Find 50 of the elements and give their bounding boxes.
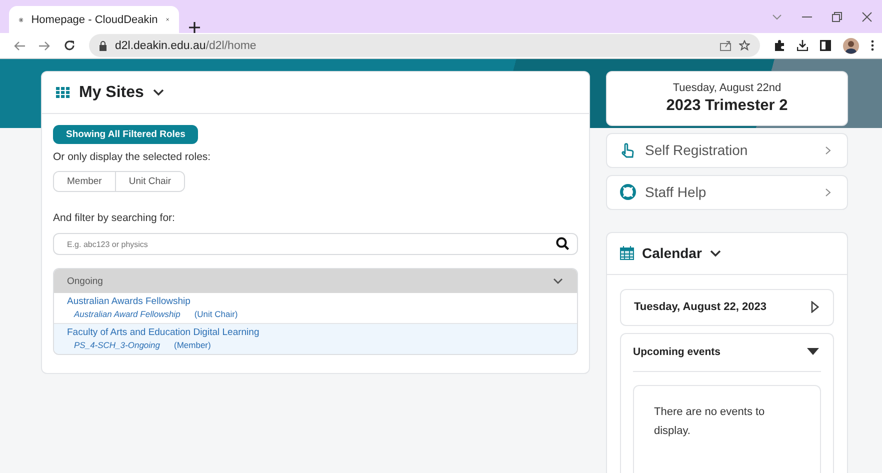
card-title: Calendar [642, 245, 702, 262]
chevron-right-icon [825, 146, 831, 155]
puzzle-icon[interactable] [774, 40, 785, 51]
site-link[interactable]: Faculty of Arts and Education Digital Learning [67, 327, 260, 338]
site-role: (Member) [174, 340, 211, 350]
panel-title: Upcoming events [633, 346, 721, 358]
browser-tab[interactable]: Homepage - CloudDeakin [9, 6, 179, 33]
more-menu-icon[interactable] [871, 40, 874, 51]
card-title: My Sites [79, 84, 144, 102]
role-toggle[interactable]: Unit Chair [114, 172, 184, 191]
forward-arrow-icon[interactable] [39, 40, 50, 50]
back-arrow-icon[interactable] [14, 40, 25, 50]
share-icon[interactable] [720, 40, 731, 51]
site-row[interactable]: Faculty of Arts and Education Digital Learning PS_4-SCH_3-Ongoing (Member) [54, 323, 577, 354]
no-events-message: There are no events to display. [654, 404, 766, 439]
site-role: (Unit Chair) [194, 309, 238, 319]
reload-icon[interactable] [64, 40, 75, 51]
avatar-icon[interactable] [843, 38, 859, 54]
new-tab-icon[interactable] [189, 22, 200, 33]
calendar-icon [620, 246, 634, 260]
group-header[interactable]: Ongoing [54, 269, 577, 293]
star-icon[interactable] [739, 40, 750, 51]
nav-link-card[interactable]: Staff Help [606, 174, 848, 210]
chevron-right-icon [825, 188, 831, 197]
chevron-down-icon[interactable] [152, 89, 164, 96]
grid-icon [56, 87, 70, 98]
pointing-hand-icon [620, 142, 636, 158]
site-link[interactable]: Australian Awards Fellowship [67, 296, 190, 307]
term-title: 2023 Trimester 2 [666, 96, 788, 115]
site-code: PS_4-SCH_3-Ongoing [74, 340, 160, 350]
play-outline-icon[interactable] [811, 301, 819, 314]
address-bar[interactable]: d2l.deakin.edu.au/d2l/home [89, 34, 760, 57]
restore-icon[interactable] [832, 12, 842, 22]
download-icon[interactable] [797, 40, 808, 51]
minimize-icon[interactable] [802, 16, 812, 18]
site-code: Australian Award Fellowship [74, 309, 180, 319]
date-selector[interactable]: Tuesday, August 22, 2023 [620, 288, 834, 326]
filter-roles-button[interactable]: Showing All Filtered Roles [53, 125, 198, 144]
search-field[interactable]: E.g. abc123 or physics [53, 233, 578, 255]
close-icon[interactable] [862, 12, 872, 22]
caret-down-icon[interactable] [807, 348, 819, 356]
term-date: Tuesday, August 22nd [672, 82, 782, 94]
lock-icon [99, 40, 107, 50]
sidebar-icon[interactable] [820, 40, 831, 51]
search-icon[interactable] [556, 237, 569, 250]
chevron-down-icon[interactable] [710, 250, 721, 257]
search-label: And filter by searching for: [53, 212, 176, 224]
lifebuoy-icon [620, 184, 636, 200]
nav-link-card[interactable]: Self Registration [606, 132, 848, 168]
roles-label: Or only display the selected roles: [53, 151, 212, 163]
